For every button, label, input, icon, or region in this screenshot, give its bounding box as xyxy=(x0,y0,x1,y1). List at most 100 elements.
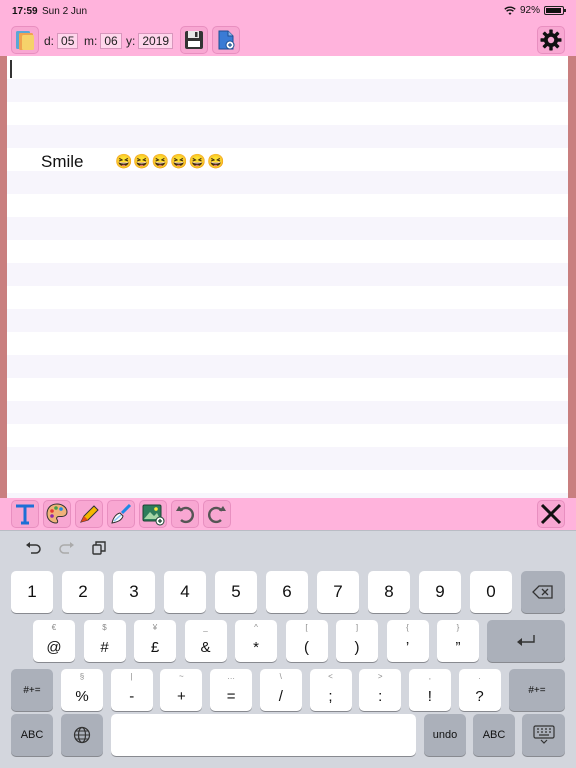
symbol-key[interactable]: ~ + xyxy=(160,669,203,711)
day-value[interactable]: 05 xyxy=(57,32,79,49)
day-label: d: xyxy=(44,33,55,48)
symbol-key[interactable]: $ # xyxy=(83,620,126,662)
hide-keyboard-key[interactable] xyxy=(522,714,565,756)
symbol-key-alt: [ xyxy=(305,623,308,632)
return-icon xyxy=(517,635,535,646)
redo-arrow-icon xyxy=(208,506,226,524)
wifi-icon xyxy=(504,5,516,15)
keyboard-redo-icon[interactable] xyxy=(59,541,75,560)
status-right: 92% xyxy=(504,5,566,16)
abc-key-left[interactable]: ABC xyxy=(11,714,53,756)
save-button[interactable] xyxy=(180,26,208,54)
symbol-key[interactable]: ]) xyxy=(336,620,378,662)
symbol-key-label: ! xyxy=(427,687,432,705)
month-field[interactable]: m: 06 xyxy=(84,32,122,49)
text-tool-button[interactable] xyxy=(11,500,39,528)
globe-key[interactable] xyxy=(61,714,103,756)
symbols-key-right[interactable]: #+= xyxy=(509,669,565,711)
key-2[interactable]: 2 xyxy=(62,571,104,613)
redo-button[interactable] xyxy=(203,500,231,528)
symbol-key-label: ( xyxy=(304,638,309,656)
symbol-key-alt: _ xyxy=(203,623,208,632)
key-7[interactable]: 7 xyxy=(317,571,359,613)
symbol-key[interactable]: ^ * xyxy=(235,620,277,662)
color-palette-button[interactable] xyxy=(43,500,71,528)
space-key[interactable] xyxy=(111,714,416,756)
delete-key[interactable] xyxy=(521,571,565,613)
symbols-key-left[interactable]: #+= xyxy=(11,669,53,711)
brush-button[interactable] xyxy=(107,500,135,528)
year-value[interactable]: 2019 xyxy=(138,32,174,49)
key-4[interactable]: 4 xyxy=(164,571,206,613)
key-8[interactable]: 8 xyxy=(368,571,410,613)
symbol-key[interactable]: [( xyxy=(285,620,328,662)
symbol-key[interactable]: .? xyxy=(458,669,501,711)
symbol-key-label: ” xyxy=(455,638,461,656)
notebooks-button[interactable] xyxy=(11,26,39,54)
day-field[interactable]: d: 05 xyxy=(44,32,79,49)
symbol-key-alt: § xyxy=(79,672,85,681)
symbol-key[interactable]: € @ xyxy=(33,620,75,662)
key-6[interactable]: 6 xyxy=(266,571,308,613)
insert-image-button[interactable] xyxy=(139,500,167,528)
symbol-key-alt: ~ xyxy=(179,672,184,681)
symbol-key[interactable]: … = xyxy=(210,669,253,711)
key-9[interactable]: 9 xyxy=(419,571,461,613)
return-key[interactable] xyxy=(487,620,565,662)
symbol-key-alt: , xyxy=(428,672,431,681)
year-field[interactable]: y: 2019 xyxy=(126,32,174,49)
palette-icon xyxy=(46,503,68,524)
symbol-key-alt: … xyxy=(227,672,236,681)
highlighter-button[interactable] xyxy=(75,500,103,528)
symbol-key[interactable]: ¥ £ xyxy=(134,620,176,662)
symbol-key-label: + xyxy=(177,687,186,705)
undo-key[interactable]: undo xyxy=(424,714,466,756)
symbol-key-label: @ xyxy=(46,638,62,656)
symbol-key[interactable]: ,! xyxy=(408,669,451,711)
backspace-icon xyxy=(532,585,553,599)
text-t-icon xyxy=(16,504,34,525)
notebooks-icon xyxy=(16,31,34,50)
symbol-key-alt: } xyxy=(456,623,460,632)
key-3[interactable]: 3 xyxy=(113,571,155,613)
close-icon xyxy=(540,503,562,525)
symbol-key-label: = xyxy=(226,687,236,705)
status-bar: 17:59 Sun 2 Jun 92% xyxy=(0,0,576,24)
highlighter-icon xyxy=(80,505,99,523)
symbol-key-label: % xyxy=(75,687,89,705)
abc-key-right[interactable]: ABC xyxy=(473,714,515,756)
undo-arrow-icon xyxy=(176,506,194,524)
symbol-key[interactable]: {’ xyxy=(386,620,429,662)
symbol-key[interactable]: _ & xyxy=(184,620,227,662)
symbol-key[interactable]: §% xyxy=(61,669,103,711)
symbol-key-alt: | xyxy=(130,672,133,681)
symbol-key-label: ) xyxy=(354,638,360,656)
key-0[interactable]: 0 xyxy=(470,571,512,613)
close-button[interactable] xyxy=(537,500,565,528)
note-editor[interactable]: Smile 😆😆😆😆😆😆 xyxy=(7,56,568,498)
keyboard-undo-icon[interactable] xyxy=(25,541,41,560)
symbol-key-label: ’ xyxy=(405,638,410,656)
symbol-key-alt: ^ xyxy=(254,623,258,632)
symbol-key[interactable]: <; xyxy=(309,669,352,711)
symbol-key-label: £ xyxy=(150,638,160,656)
month-value[interactable]: 06 xyxy=(100,32,122,49)
symbol-key[interactable]: }” xyxy=(437,620,479,662)
paste-icon[interactable] xyxy=(92,541,106,560)
symbol-key-alt: > xyxy=(377,672,383,681)
key-1[interactable]: 1 xyxy=(11,571,53,613)
settings-button[interactable] xyxy=(537,26,565,54)
symbol-key-label: * xyxy=(253,638,259,656)
undo-button[interactable] xyxy=(171,500,199,528)
new-note-button[interactable] xyxy=(212,26,240,54)
symbol-key[interactable]: | - xyxy=(110,669,153,711)
year-label: y: xyxy=(126,33,136,48)
symbol-key-alt: < xyxy=(328,672,333,681)
floppy-disk-icon xyxy=(185,31,203,49)
battery-icon xyxy=(544,6,566,15)
top-toolbar: d: 05 m: 06 y: 2019 xyxy=(0,24,576,56)
symbol-key[interactable]: \ / xyxy=(259,669,302,711)
key-5[interactable]: 5 xyxy=(215,571,257,613)
symbol-key-label: & xyxy=(200,638,211,656)
symbol-key[interactable]: >: xyxy=(359,669,402,711)
